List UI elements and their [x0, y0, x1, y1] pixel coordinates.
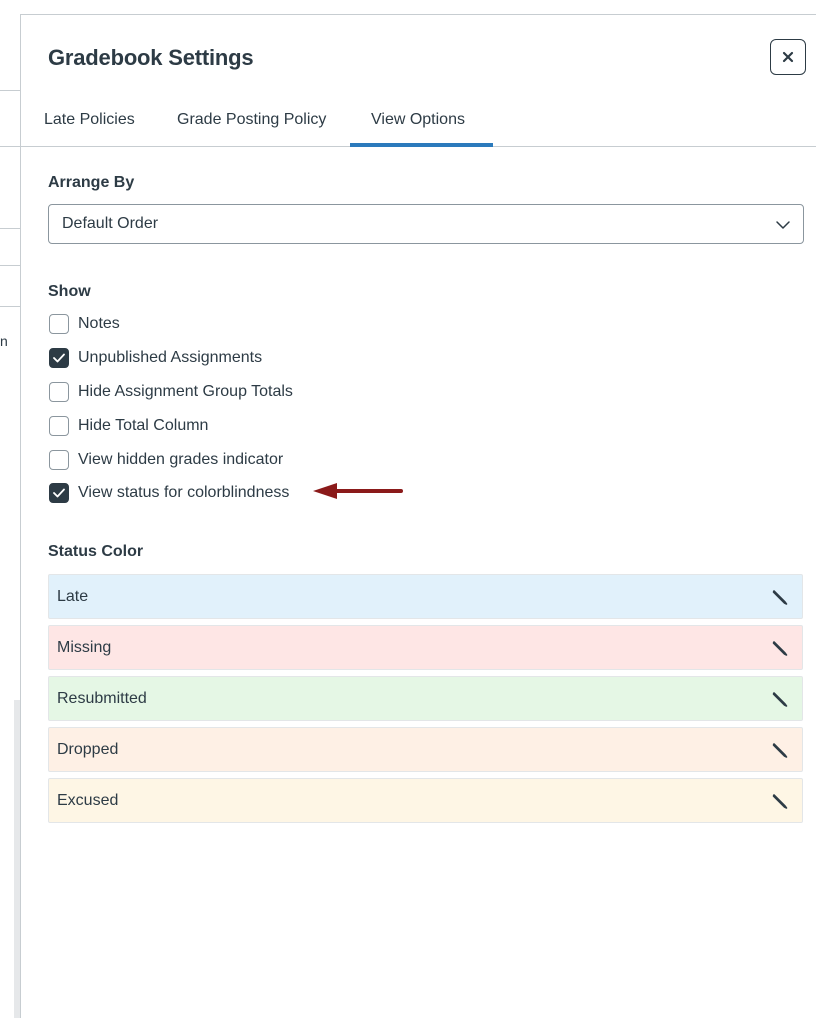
checkmark-icon — [53, 488, 65, 498]
close-button[interactable] — [770, 39, 806, 75]
background-divider — [0, 146, 20, 147]
pencil-icon[interactable] — [770, 689, 790, 709]
pencil-icon[interactable] — [770, 638, 790, 658]
tab-grade-posting-policy[interactable]: Grade Posting Policy — [177, 111, 326, 129]
status-row-dropped: Dropped — [48, 727, 803, 772]
option-hide-assignment-group-totals[interactable]: Hide Assignment Group Totals — [49, 381, 293, 403]
arrange-by-value: Default Order — [62, 215, 159, 232]
option-view-hidden-grades-indicator[interactable]: View hidden grades indicator — [49, 449, 283, 471]
annotation-arrow-icon — [313, 483, 403, 499]
arrange-by-select[interactable]: Default Order — [48, 204, 804, 244]
checkmark-icon — [53, 353, 65, 363]
chevron-down-icon — [776, 221, 790, 229]
background-text-fragment: n — [0, 333, 8, 349]
status-color-label: Status Color — [48, 543, 144, 560]
option-unpublished-assignments[interactable]: Unpublished Assignments — [49, 347, 262, 369]
pencil-icon[interactable] — [770, 740, 790, 760]
hide-assignment-group-totals-checkbox[interactable] — [49, 382, 69, 402]
status-row-excused: Excused — [48, 778, 803, 823]
pencil-icon[interactable] — [770, 587, 790, 607]
option-label: Hide Assignment Group Totals — [78, 383, 293, 400]
unpublished-assignments-checkbox[interactable] — [49, 348, 69, 368]
background-divider — [0, 228, 20, 229]
option-hide-total-column[interactable]: Hide Total Column — [49, 415, 208, 437]
pencil-icon[interactable] — [770, 791, 790, 811]
option-label: View status for colorblindness — [78, 484, 290, 501]
view-hidden-grades-indicator-checkbox[interactable] — [49, 450, 69, 470]
option-notes[interactable]: Notes — [49, 313, 120, 335]
modal-title: Gradebook Settings — [48, 45, 254, 70]
status-label: Dropped — [57, 741, 119, 758]
option-label: Notes — [78, 315, 120, 332]
status-row-late: Late — [48, 574, 803, 619]
status-row-missing: Missing — [48, 625, 803, 670]
tab-view-options[interactable]: View Options — [371, 111, 465, 129]
status-label: Missing — [57, 639, 112, 656]
background-divider — [0, 265, 20, 266]
option-label: Hide Total Column — [78, 417, 209, 434]
close-icon — [782, 51, 794, 63]
gradebook-settings-modal: Gradebook Settings Late Policies Grade P… — [20, 14, 816, 1018]
option-label: Unpublished Assignments — [78, 349, 263, 366]
show-label: Show — [48, 283, 91, 300]
status-label: Excused — [57, 792, 119, 809]
view-status-for-colorblindness-checkbox[interactable] — [49, 483, 69, 503]
option-label: View hidden grades indicator — [78, 451, 284, 468]
tab-late-policies[interactable]: Late Policies — [44, 111, 135, 129]
hide-total-column-checkbox[interactable] — [49, 416, 69, 436]
arrange-by-label: Arrange By — [48, 174, 135, 191]
active-tab-indicator — [350, 143, 493, 147]
status-label: Late — [57, 588, 89, 605]
status-row-resubmitted: Resubmitted — [48, 676, 803, 721]
option-view-status-for-colorblindness[interactable]: View status for colorblindness — [49, 482, 289, 504]
notes-checkbox[interactable] — [49, 314, 69, 334]
status-label: Resubmitted — [57, 690, 147, 707]
background-divider — [0, 90, 20, 91]
background-divider — [0, 306, 20, 307]
settings-tabs: Late Policies Grade Posting Policy View … — [21, 101, 816, 147]
